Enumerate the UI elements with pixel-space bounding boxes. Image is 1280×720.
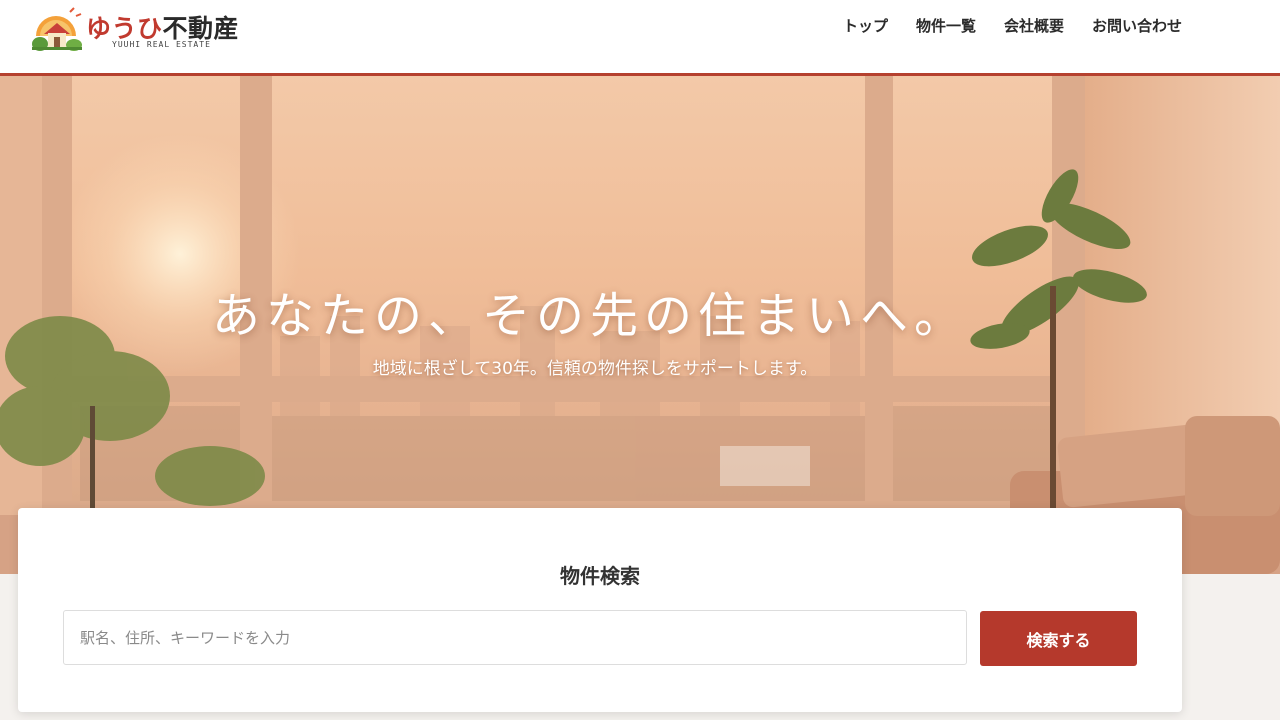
hero-section: あなたの、その先の住まいへ。 地域に根ざして30年。信頼の物件探しをサポートしま…: [0, 76, 1280, 574]
nav-contact[interactable]: お問い合わせ: [1092, 16, 1182, 36]
search-title: 物件検索: [560, 564, 640, 588]
house-sun-logo-icon: [32, 7, 82, 51]
property-search-card: 物件検索 検索する: [18, 508, 1182, 712]
main-nav: トップ 物件一覧 会社概要 お問い合わせ: [843, 16, 1182, 36]
nav-property-list[interactable]: 物件一覧: [916, 16, 976, 36]
logo-subtitle: YUUHI REAL ESTATE: [112, 40, 211, 49]
search-button[interactable]: 検索する: [980, 611, 1137, 666]
site-header: ゆうひ不動産 YUUHI REAL ESTATE トップ 物件一覧 会社概要 お…: [0, 0, 1280, 76]
search-input[interactable]: [63, 610, 967, 665]
nav-company[interactable]: 会社概要: [1004, 16, 1064, 36]
hero-subtitle: 地域に根ざして30年。信頼の物件探しをサポートします。: [372, 359, 818, 379]
nav-top[interactable]: トップ: [843, 16, 888, 36]
hero-title: あなたの、その先の住まいへ。: [211, 288, 968, 344]
site-logo[interactable]: ゆうひ不動産 YUUHI REAL ESTATE: [30, 6, 250, 58]
